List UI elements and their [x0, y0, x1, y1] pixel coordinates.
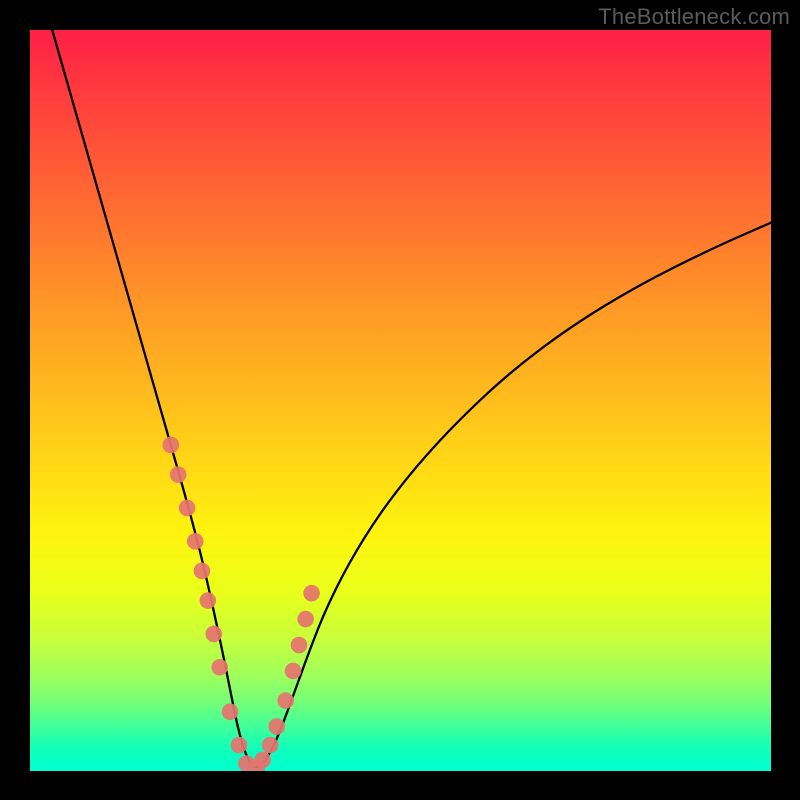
data-marker	[222, 703, 239, 720]
bottleneck-curve	[52, 30, 771, 767]
data-marker	[277, 692, 294, 709]
data-marker	[268, 718, 285, 735]
data-marker	[211, 659, 228, 676]
data-marker	[205, 626, 222, 643]
data-marker	[231, 737, 248, 754]
chart-svg	[30, 30, 771, 771]
data-marker	[291, 637, 308, 654]
marker-group	[162, 437, 319, 771]
chart-frame: TheBottleneck.com	[0, 0, 800, 800]
data-marker	[254, 752, 271, 769]
data-marker	[170, 466, 187, 483]
data-marker	[262, 737, 279, 754]
watermark-text: TheBottleneck.com	[598, 4, 790, 30]
data-marker	[162, 437, 179, 454]
data-marker	[200, 592, 217, 609]
data-marker	[297, 611, 314, 628]
data-marker	[303, 585, 320, 602]
data-marker	[194, 563, 211, 580]
data-marker	[179, 500, 196, 517]
data-marker	[187, 533, 204, 550]
plot-area	[30, 30, 771, 771]
data-marker	[285, 663, 302, 680]
